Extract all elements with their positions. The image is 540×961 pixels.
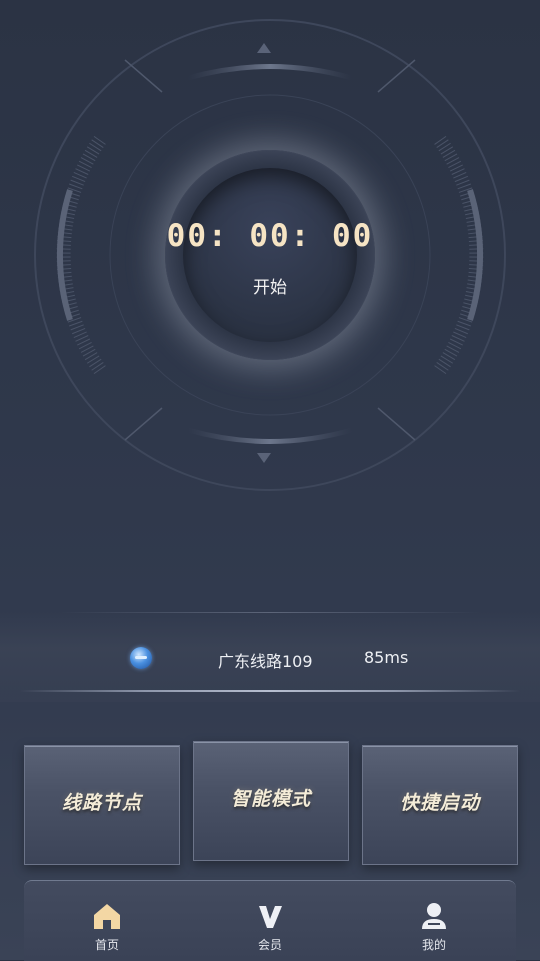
home-icon bbox=[94, 904, 120, 929]
card-label: 智能模式 bbox=[230, 788, 311, 810]
tab-label: 会员 bbox=[257, 938, 282, 952]
bottom-tab-bar: 首页 会员 我的 bbox=[24, 880, 516, 961]
card-label: 线路节点 bbox=[61, 792, 142, 814]
tab-home[interactable]: 首页 bbox=[57, 881, 157, 961]
vip-icon bbox=[259, 906, 282, 928]
timer-face bbox=[183, 168, 357, 342]
arrow-down-icon bbox=[257, 453, 271, 463]
card-label: 快捷启动 bbox=[399, 792, 480, 814]
quick-start-button[interactable]: 快捷启动 bbox=[362, 745, 518, 865]
arrow-up-icon bbox=[257, 43, 271, 53]
route-latency: 85ms bbox=[364, 648, 409, 667]
start-button[interactable]: 开始 bbox=[230, 272, 310, 304]
tab-label: 我的 bbox=[421, 938, 446, 952]
smart-mode-button[interactable]: 智能模式 bbox=[193, 741, 349, 861]
route-name[interactable]: 广东线路109 bbox=[218, 648, 313, 672]
user-icon bbox=[422, 903, 446, 929]
timer-ring bbox=[165, 150, 375, 360]
tab-label: 首页 bbox=[94, 938, 119, 952]
tab-me[interactable]: 我的 bbox=[384, 881, 484, 961]
tab-vip[interactable]: 会员 bbox=[220, 881, 320, 961]
timer-display: 00: 00: 00 bbox=[166, 218, 374, 254]
route-node-button[interactable]: 线路节点 bbox=[24, 745, 180, 865]
globe-icon bbox=[130, 647, 152, 669]
divider bbox=[60, 612, 480, 613]
divider bbox=[20, 690, 520, 692]
